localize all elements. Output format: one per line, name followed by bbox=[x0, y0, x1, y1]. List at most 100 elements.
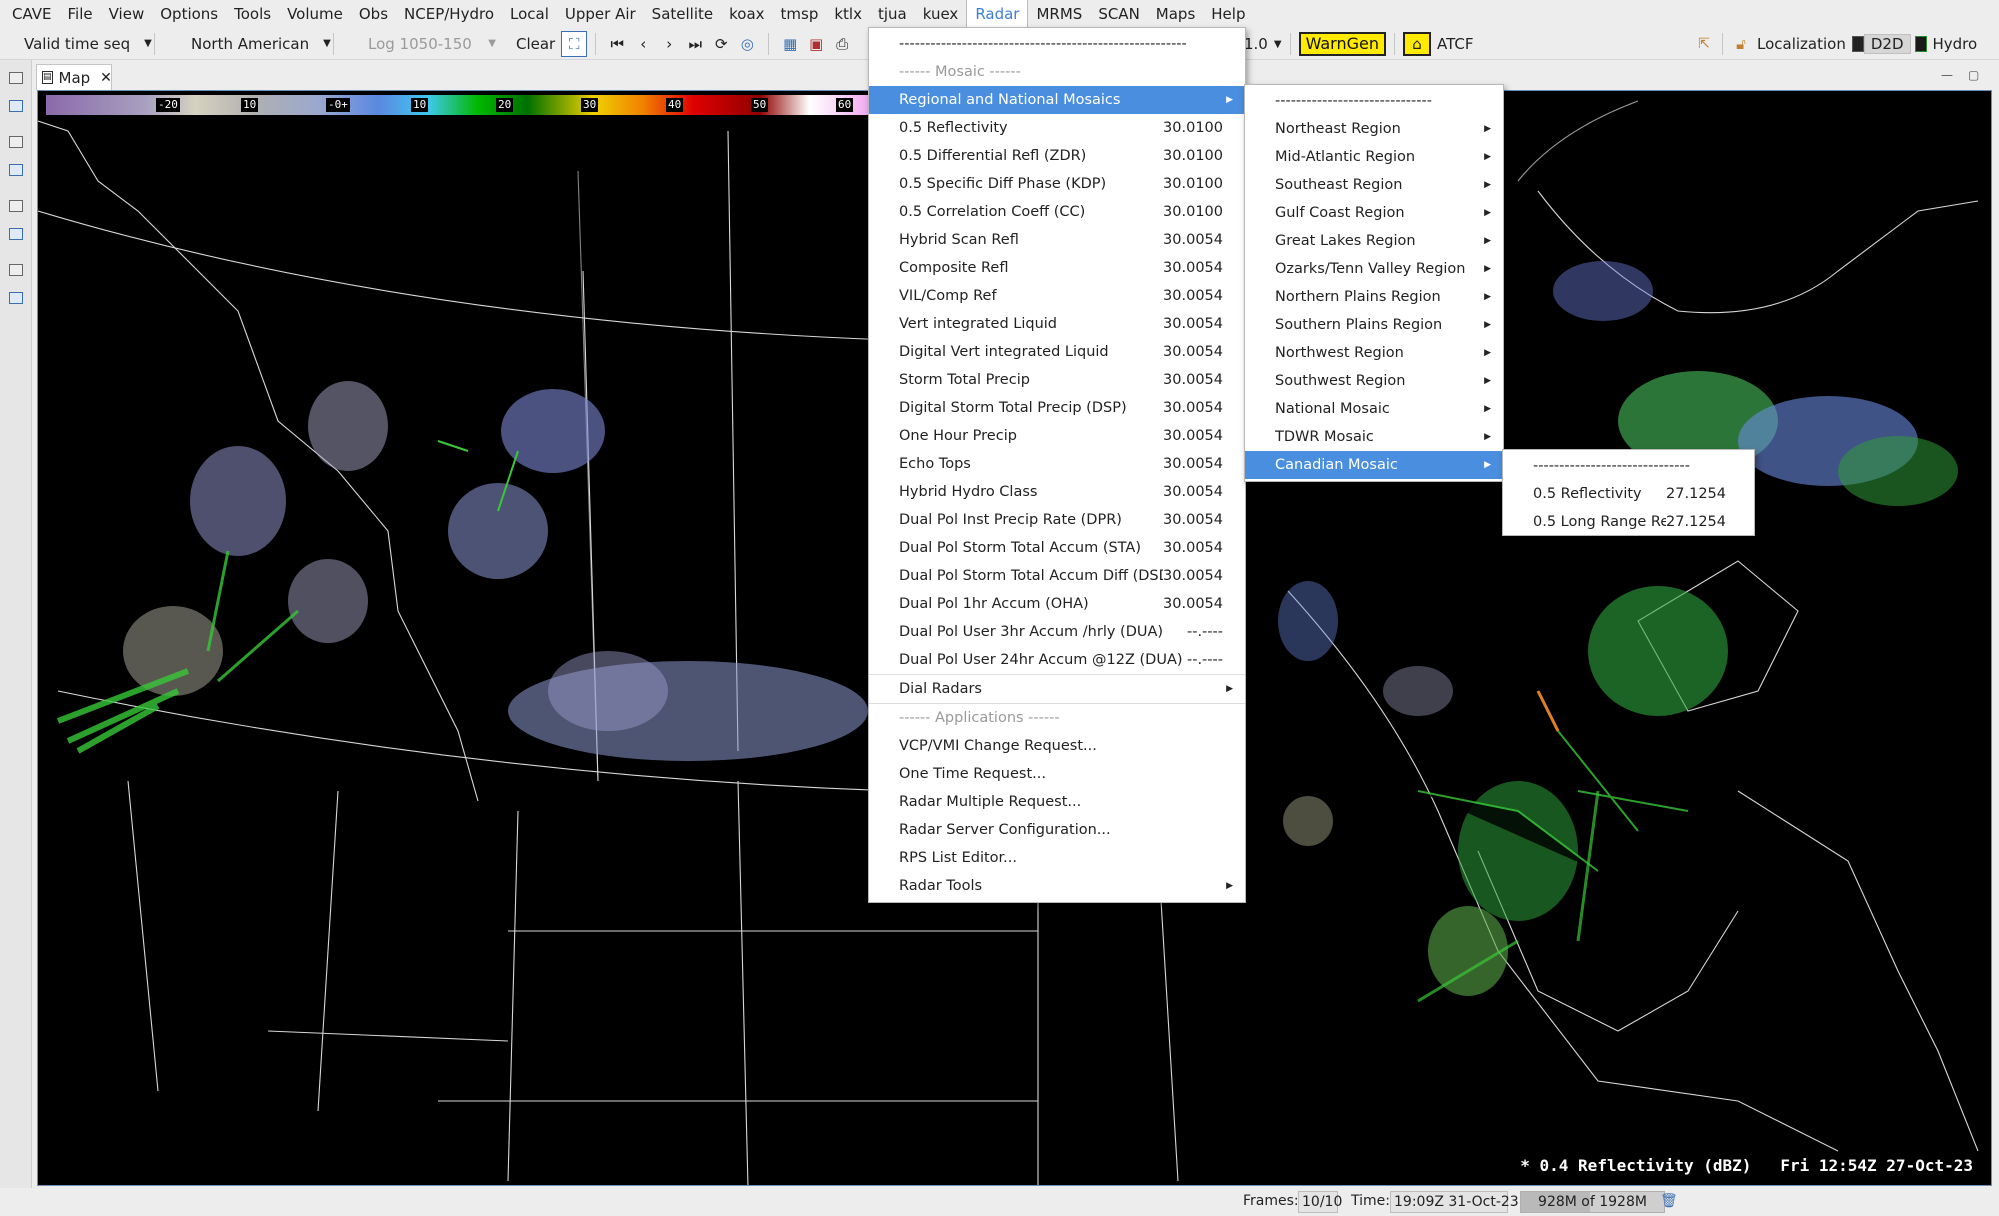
time-seq-combo[interactable]: Valid time seq ▼ bbox=[18, 31, 152, 57]
menu-local[interactable]: Local bbox=[502, 0, 557, 28]
color-map-icon[interactable]: ▦ bbox=[777, 31, 803, 57]
menu-item-region[interactable]: Southern Plains Region ▶ bbox=[1245, 311, 1503, 339]
localization-button[interactable]: Localization bbox=[1751, 35, 1852, 53]
pane-window-icon[interactable] bbox=[9, 164, 23, 176]
hurricane-house-icon[interactable]: ⌂ bbox=[1402, 32, 1431, 56]
menu-item-radar-product[interactable]: Digital Storm Total Precip (DSP) 30.0054 bbox=[869, 394, 1245, 422]
pane-window-icon[interactable] bbox=[9, 228, 23, 240]
pane-restore-icon[interactable] bbox=[9, 72, 23, 84]
atcf-button[interactable]: ATCF bbox=[1431, 35, 1479, 53]
first-frame-icon[interactable]: ⏮ bbox=[604, 31, 630, 57]
menu-help[interactable]: Help bbox=[1203, 0, 1253, 28]
menu-item-region[interactable]: Northwest Region ▶ bbox=[1245, 339, 1503, 367]
next-frame-icon[interactable]: › bbox=[656, 31, 682, 57]
menu-item-radar-product[interactable]: VIL/Comp Ref 30.0054 bbox=[869, 282, 1245, 310]
print-icon[interactable]: ⎙ bbox=[829, 31, 855, 57]
menu-ncep-hydro[interactable]: NCEP/Hydro bbox=[396, 0, 502, 28]
d2d-icon[interactable] bbox=[1851, 36, 1864, 52]
rock-icon[interactable]: ◎ bbox=[734, 31, 760, 57]
menu-item-radar-product[interactable]: 0.5 Correlation Coeff (CC) 30.0100 bbox=[869, 198, 1245, 226]
menu-item-canadian-product[interactable]: 0.5 Reflectivity 27.1254 bbox=[1503, 480, 1754, 508]
chevron-down-icon[interactable]: ▼ bbox=[1274, 39, 1282, 50]
menu-item-radar-product[interactable]: Dual Pol Inst Precip Rate (DPR) 30.0054 bbox=[869, 506, 1245, 534]
menu-mrms[interactable]: MRMS bbox=[1028, 0, 1090, 28]
menu-item-application[interactable]: Radar Server Configuration... bbox=[869, 816, 1245, 844]
minimize-icon[interactable]: — bbox=[1941, 68, 1955, 82]
menu-volume[interactable]: Volume bbox=[279, 0, 351, 28]
menu-maps[interactable]: Maps bbox=[1148, 0, 1203, 28]
menu-tools[interactable]: Tools bbox=[226, 0, 279, 28]
menu-item-radar-product[interactable]: Digital Vert integrated Liquid 30.0054 bbox=[869, 338, 1245, 366]
menu-item-canadian-product[interactable]: 0.5 Long Range Refl 27.1254 bbox=[1503, 508, 1754, 536]
image-properties-icon[interactable]: ▣ bbox=[803, 31, 829, 57]
menu-file[interactable]: File bbox=[60, 0, 101, 28]
menu-item-application[interactable]: RPS List Editor... bbox=[869, 844, 1245, 872]
menu-item-region[interactable]: Southwest Region ▶ bbox=[1245, 367, 1503, 395]
menu-koax[interactable]: koax bbox=[721, 0, 772, 28]
menu-item-region[interactable]: Northeast Region ▶ bbox=[1245, 115, 1503, 143]
menu-item-radar-product[interactable]: Storm Total Precip 30.0054 bbox=[869, 366, 1245, 394]
menu-satellite[interactable]: Satellite bbox=[644, 0, 721, 28]
menu-item-radar-product[interactable]: Hybrid Hydro Class 30.0054 bbox=[869, 478, 1245, 506]
warngen-button[interactable]: WarnGen bbox=[1298, 32, 1386, 56]
menu-item-regional-mosaics[interactable]: Regional and National Mosaics ▶ bbox=[869, 86, 1245, 114]
last-frame-icon[interactable]: ⏭ bbox=[682, 31, 708, 57]
close-icon[interactable]: ✕ bbox=[100, 70, 112, 86]
menu-item-region[interactable]: National Mosaic ▶ bbox=[1245, 395, 1503, 423]
menu-item-region[interactable]: Gulf Coast Region ▶ bbox=[1245, 199, 1503, 227]
menu-item-region[interactable]: TDWR Mosaic ▶ bbox=[1245, 423, 1503, 451]
menu-item-region[interactable]: Great Lakes Region ▶ bbox=[1245, 227, 1503, 255]
log-combo[interactable]: Log 1050-150 ▼ bbox=[362, 31, 502, 57]
menu-obs[interactable]: Obs bbox=[351, 0, 396, 28]
menu-item-region[interactable]: Canadian Mosaic ▶ bbox=[1245, 451, 1503, 479]
menu-item-radar-product[interactable]: Vert integrated Liquid 30.0054 bbox=[869, 310, 1245, 338]
menu-item-radar-product[interactable]: Composite Refl 30.0054 bbox=[869, 254, 1245, 282]
menu-item-radar-product[interactable]: Dual Pol User 3hr Accum /hrly (DUA) --.--… bbox=[869, 618, 1245, 646]
hydro-icon[interactable] bbox=[1914, 36, 1927, 52]
lock-icon[interactable]: 🔓︎ bbox=[1731, 35, 1751, 53]
trash-icon[interactable]: 🗑︎ bbox=[1660, 1193, 1678, 1209]
pane-restore-icon[interactable] bbox=[9, 136, 23, 148]
menu-item-radar-product[interactable]: Echo Tops 30.0054 bbox=[869, 450, 1245, 478]
menu-item-radar-product[interactable]: Hybrid Scan Refl 30.0054 bbox=[869, 226, 1245, 254]
menu-item-radar-product[interactable]: 0.5 Reflectivity 30.0100 bbox=[869, 114, 1245, 142]
menu-item-radar-product[interactable]: Dual Pol 1hr Accum (OHA) 30.0054 bbox=[869, 590, 1245, 618]
menu-view[interactable]: View bbox=[101, 0, 153, 28]
menu-scan[interactable]: SCAN bbox=[1090, 0, 1147, 28]
zoom-extent-icon[interactable]: ⛶ bbox=[561, 30, 588, 57]
menu-item-application[interactable]: VCP/VMI Change Request... bbox=[869, 732, 1245, 760]
tab-map[interactable]: ▤ Map ✕ bbox=[36, 64, 112, 90]
menu-item-dial-radars[interactable]: Dial Radars ▶ bbox=[869, 675, 1245, 703]
previous-frame-icon[interactable]: ‹ bbox=[630, 31, 656, 57]
menu-item-application[interactable]: One Time Request... bbox=[869, 760, 1245, 788]
menu-item-region[interactable]: Ozarks/Tenn Valley Region ▶ bbox=[1245, 255, 1503, 283]
pane-window-icon[interactable] bbox=[9, 100, 23, 112]
menu-item-application[interactable]: Radar Tools ▶ bbox=[869, 872, 1245, 900]
scale-combo[interactable]: North American ▼ bbox=[185, 31, 331, 57]
loop-icon[interactable]: ⟳ bbox=[708, 31, 734, 57]
menu-item-region[interactable]: Southeast Region ▶ bbox=[1245, 171, 1503, 199]
memory-indicator[interactable]: 928M of 1928M bbox=[1520, 1191, 1665, 1213]
menu-cave[interactable]: CAVE bbox=[4, 0, 60, 28]
menu-item-radar-product[interactable]: Dual Pol Storm Total Accum Diff (DSD) 30.… bbox=[869, 562, 1245, 590]
menu-item-radar-product[interactable]: 0.5 Differential Refl (ZDR) 30.0100 bbox=[869, 142, 1245, 170]
menu-item-region[interactable]: Mid-Atlantic Region ▶ bbox=[1245, 143, 1503, 171]
pane-restore-icon[interactable] bbox=[9, 200, 23, 212]
menu-upper-air[interactable]: Upper Air bbox=[557, 0, 644, 28]
menu-item-radar-product[interactable]: Dual Pol User 24hr Accum @12Z (DUA) --.--… bbox=[869, 646, 1245, 674]
menu-tmsp[interactable]: tmsp bbox=[773, 0, 827, 28]
menu-options[interactable]: Options bbox=[152, 0, 226, 28]
pane-window-icon[interactable] bbox=[9, 292, 23, 304]
menu-item-radar-product[interactable]: Dual Pol Storm Total Accum (STA) 30.0054 bbox=[869, 534, 1245, 562]
hydro-button[interactable]: Hydro bbox=[1927, 35, 1984, 53]
d2d-button[interactable]: D2D bbox=[1863, 34, 1911, 54]
menu-item-radar-product[interactable]: 0.5 Specific Diff Phase (KDP) 30.0100 bbox=[869, 170, 1245, 198]
menu-ktlx[interactable]: ktlx bbox=[826, 0, 870, 28]
menu-tjua[interactable]: tjua bbox=[870, 0, 915, 28]
menu-item-application[interactable]: Radar Multiple Request... bbox=[869, 788, 1245, 816]
clear-button[interactable]: Clear bbox=[510, 35, 561, 53]
maximize-icon[interactable]: ▢ bbox=[1968, 68, 1982, 82]
menu-kuex[interactable]: kuex bbox=[915, 0, 967, 28]
export-icon[interactable]: ⇱ bbox=[1694, 36, 1714, 52]
pane-restore-icon[interactable] bbox=[9, 264, 23, 276]
